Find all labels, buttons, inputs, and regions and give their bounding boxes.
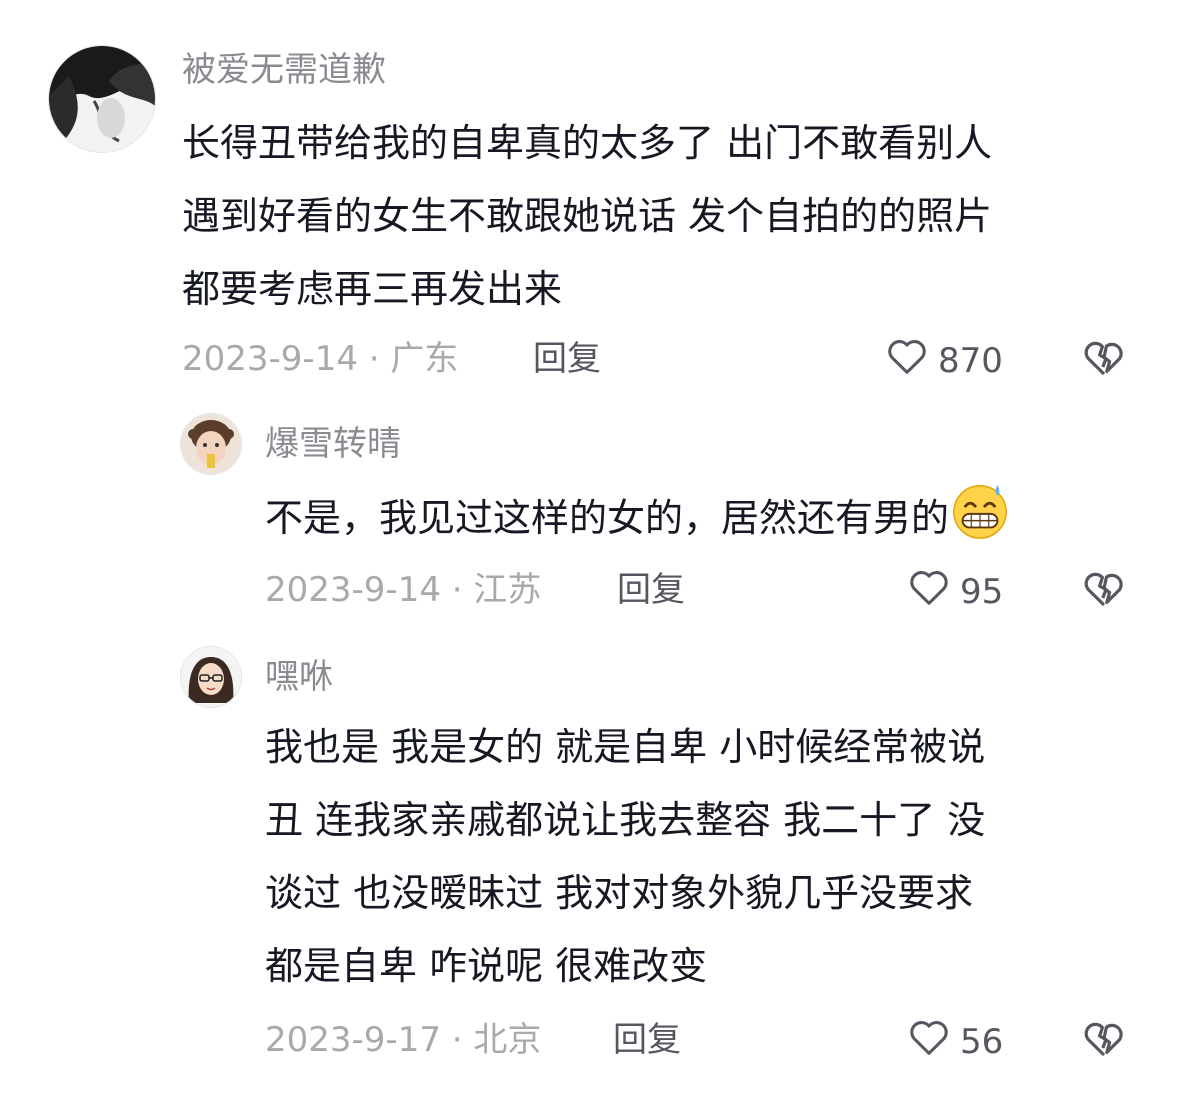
- comment-text-content: 不是，我见过这样的女的，居然还有男的: [265, 496, 950, 540]
- broken-heart-icon: [1080, 1022, 1128, 1066]
- reply-button[interactable]: 回复: [617, 570, 685, 610]
- username[interactable]: 嘿咻: [265, 657, 333, 697]
- comment-meta: 2023-9-14 · 广东: [182, 339, 459, 379]
- broken-heart-icon: [1080, 572, 1128, 616]
- like-count: 870: [938, 340, 1003, 381]
- like-button[interactable]: 870: [884, 333, 1003, 388]
- username[interactable]: 被爱无需道歉: [182, 50, 386, 90]
- heart-outline-icon: [906, 1014, 952, 1069]
- username[interactable]: 爆雪转晴: [265, 424, 401, 464]
- heart-outline-icon: [884, 333, 930, 388]
- like-button[interactable]: 56: [906, 1014, 1003, 1069]
- comment-meta: 2023-9-14 · 江苏: [265, 570, 542, 610]
- dislike-button[interactable]: [1080, 564, 1128, 612]
- broken-heart-icon: [1080, 341, 1128, 385]
- like-button[interactable]: 95: [906, 564, 1003, 619]
- comment-text: 长得丑带给我的自卑真的太多了 出门不敢看别人 遇到好看的女生不敢跟她说话 发个自…: [182, 121, 993, 311]
- avatar[interactable]: [180, 413, 242, 475]
- avatar[interactable]: [180, 646, 242, 708]
- grinning-sweat-emoji: [949, 479, 1011, 541]
- dislike-button[interactable]: [1080, 333, 1128, 381]
- heart-outline-icon: [906, 564, 952, 619]
- reply-button[interactable]: 回复: [613, 1020, 681, 1060]
- like-count: 95: [960, 571, 1004, 612]
- dislike-button[interactable]: [1080, 1014, 1128, 1062]
- avatar[interactable]: [48, 45, 156, 153]
- like-count: 56: [960, 1021, 1004, 1062]
- comment-text: 不是，我见过这样的女的，居然还有男的: [265, 479, 1011, 555]
- comment-meta: 2023-9-17 · 北京: [265, 1020, 542, 1060]
- reply-button[interactable]: 回复: [533, 339, 601, 379]
- comment-text: 我也是 我是女的 就是自卑 小时候经常被说 丑 连我家亲戚都说让我去整容 我二十…: [265, 725, 986, 988]
